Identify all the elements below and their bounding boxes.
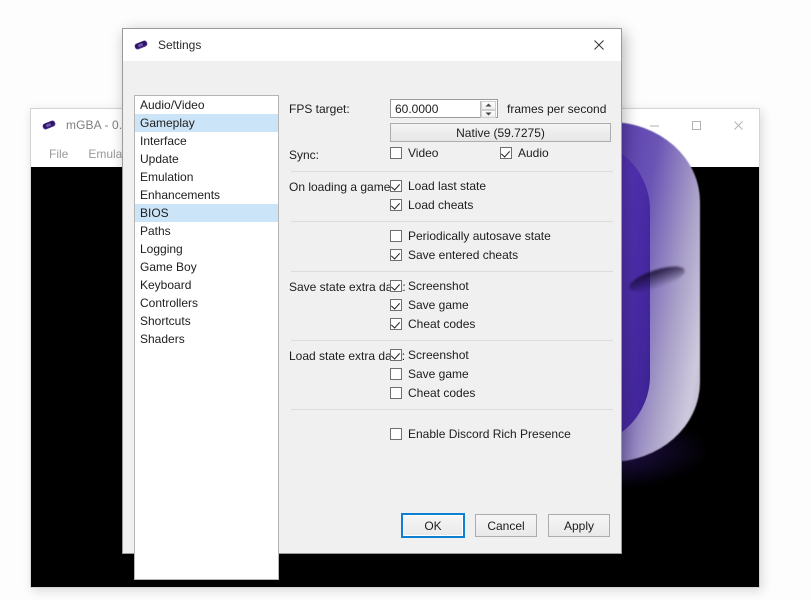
settings-dialog: Settings Audio/Video Gameplay Interface … [122,28,622,554]
checkbox-box [390,230,402,242]
fps-target-spinner[interactable]: 60.0000 [390,99,498,118]
sidebar-item-shortcuts[interactable]: Shortcuts [135,312,278,330]
checkbox-box [390,180,402,192]
sidebar-item-gameplay[interactable]: Gameplay [135,114,278,132]
load-state-extra-data-label: Load state extra data: [289,349,405,363]
load-last-state-label: Load last state [408,179,486,193]
checkbox-box [390,387,402,399]
sidebar-item-keyboard[interactable]: Keyboard [135,276,278,294]
sync-video-label: Video [408,146,438,160]
checkbox-box [390,368,402,380]
sidebar-item-audio-video[interactable]: Audio/Video [135,96,278,114]
sidebar-item-controllers[interactable]: Controllers [135,294,278,312]
menu-item-file[interactable]: File [39,144,78,164]
load-cheats-checkbox[interactable]: Load cheats [390,198,473,212]
load-state-cheatcodes-label: Cheat codes [408,386,475,400]
checkbox-box [390,349,402,361]
separator [291,271,613,272]
mgba-logo-icon [133,37,149,53]
gameplay-settings-pane: FPS target: 60.0000 frames per second Na… [289,95,610,495]
save-entered-cheats-checkbox[interactable]: Save entered cheats [390,248,518,262]
native-fps-button[interactable]: Native (59.7275) [390,123,611,142]
save-state-cheatcodes-label: Cheat codes [408,317,475,331]
sidebar-item-bios[interactable]: BIOS [135,204,278,222]
checkbox-box [390,199,402,211]
checkbox-box [390,318,402,330]
load-state-savegame-label: Save game [408,367,469,381]
sidebar-item-interface[interactable]: Interface [135,132,278,150]
sidebar-item-enhancements[interactable]: Enhancements [135,186,278,204]
save-state-savegame-checkbox[interactable]: Save game [390,298,469,312]
sync-label: Sync: [289,148,319,162]
settings-dialog-title: Settings [158,38,201,52]
settings-body: Audio/Video Gameplay Interface Update Em… [123,61,621,553]
periodically-autosave-label: Periodically autosave state [408,229,551,243]
fps-target-value: 60.0000 [391,102,438,116]
discord-rich-presence-checkbox[interactable]: Enable Discord Rich Presence [390,427,571,441]
sidebar-item-emulation[interactable]: Emulation [135,168,278,186]
close-icon[interactable] [577,29,621,61]
sync-audio-label: Audio [518,146,549,160]
save-state-cheatcodes-checkbox[interactable]: Cheat codes [390,317,475,331]
checkbox-box [500,147,512,159]
settings-titlebar[interactable]: Settings [123,29,621,61]
save-state-screenshot-checkbox[interactable]: Screenshot [390,279,469,293]
ok-button[interactable]: OK [402,514,464,537]
on-loading-game-label: On loading a game: [289,180,394,194]
save-entered-cheats-label: Save entered cheats [408,248,518,262]
checkbox-box [390,280,402,292]
checkbox-box [390,147,402,159]
sync-audio-checkbox[interactable]: Audio [500,146,549,160]
save-state-savegame-label: Save game [408,298,469,312]
sidebar-item-game-boy[interactable]: Game Boy [135,258,278,276]
load-last-state-checkbox[interactable]: Load last state [390,179,486,193]
discord-rich-presence-label: Enable Discord Rich Presence [408,427,571,441]
checkbox-box [390,299,402,311]
sidebar-item-logging[interactable]: Logging [135,240,278,258]
save-state-screenshot-label: Screenshot [408,279,469,293]
stepper-down-icon[interactable] [481,110,496,119]
fps-target-stepper[interactable] [480,101,496,118]
dialog-footer: OK Cancel Apply [402,514,610,537]
separator [291,221,613,222]
mgba-logo-icon [41,117,57,133]
load-state-screenshot-label: Screenshot [408,348,469,362]
periodically-autosave-checkbox[interactable]: Periodically autosave state [390,229,551,243]
sidebar-item-update[interactable]: Update [135,150,278,168]
load-state-cheatcodes-checkbox[interactable]: Cheat codes [390,386,475,400]
apply-button[interactable]: Apply [548,514,610,537]
load-state-screenshot-checkbox[interactable]: Screenshot [390,348,469,362]
separator [291,340,613,341]
cancel-button[interactable]: Cancel [475,514,537,537]
checkbox-box [390,428,402,440]
checkbox-box [390,249,402,261]
separator [291,171,613,172]
fps-units-label: frames per second [507,102,606,116]
sidebar-item-shaders[interactable]: Shaders [135,330,278,348]
fps-target-label: FPS target: [289,102,350,116]
load-cheats-label: Load cheats [408,198,473,212]
save-state-extra-data-label: Save state extra data: [289,280,406,294]
separator [291,409,613,410]
sidebar-item-paths[interactable]: Paths [135,222,278,240]
settings-category-list[interactable]: Audio/Video Gameplay Interface Update Em… [134,95,279,580]
sync-video-checkbox[interactable]: Video [390,146,438,160]
load-state-savegame-checkbox[interactable]: Save game [390,367,469,381]
stepper-up-icon[interactable] [481,101,496,110]
